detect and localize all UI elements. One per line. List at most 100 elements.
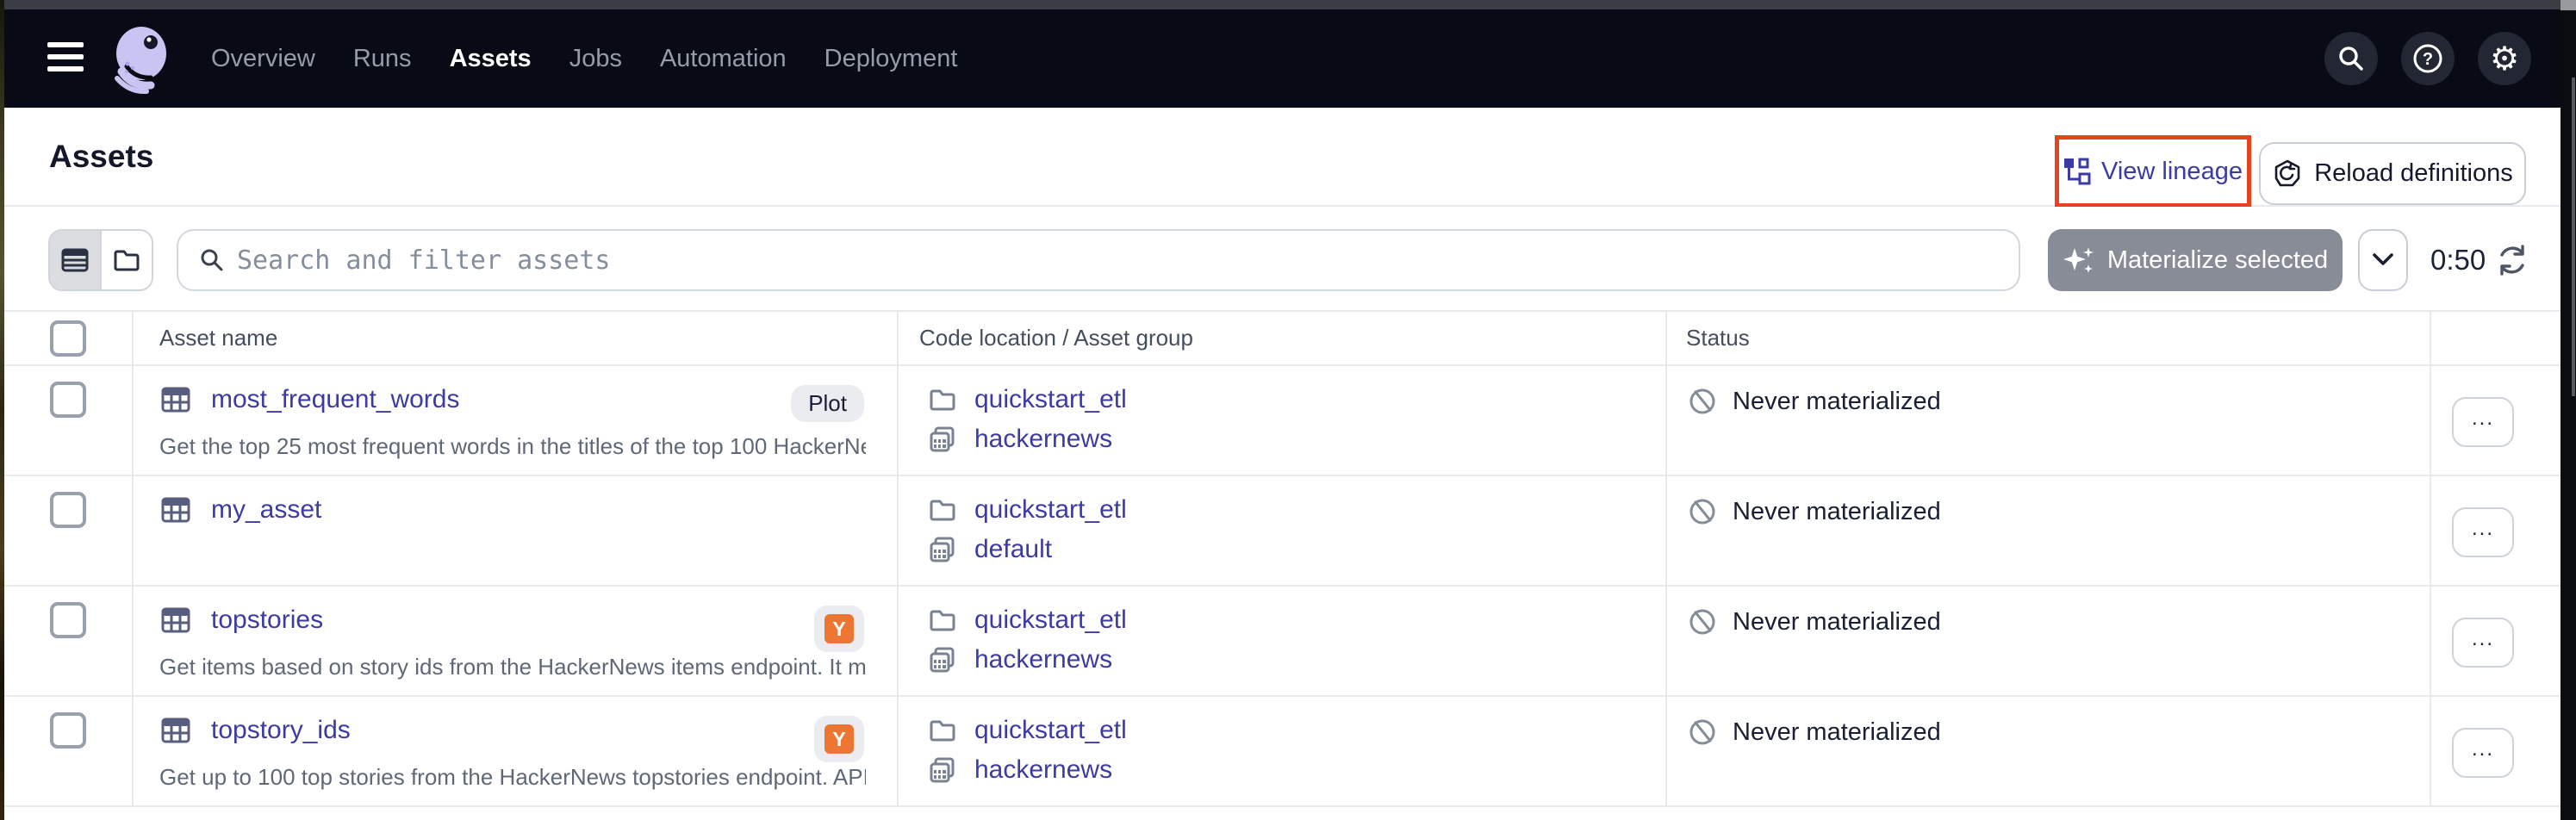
- column-header-status: Status: [1667, 312, 2431, 364]
- nav-item-overview[interactable]: Overview: [211, 45, 315, 73]
- row-checkbox[interactable]: [50, 712, 86, 749]
- table-view-button[interactable]: [50, 231, 100, 289]
- code-location-link[interactable]: quickstart_etl: [974, 716, 1127, 745]
- nav-item-jobs[interactable]: Jobs: [569, 45, 622, 73]
- folder-icon: [928, 495, 957, 525]
- row-actions-button[interactable]: ...: [2452, 618, 2514, 668]
- row-actions-button[interactable]: ...: [2452, 397, 2514, 447]
- folder-view-button[interactable]: [100, 231, 152, 289]
- folder-icon: [928, 606, 957, 635]
- asset-name-link[interactable]: most_frequent_words: [211, 385, 460, 414]
- column-header-asset-name: Asset name: [134, 312, 899, 364]
- svg-text:?: ?: [2423, 50, 2433, 69]
- row-actions-button[interactable]: ...: [2452, 728, 2514, 778]
- asset-name-link[interactable]: my_asset: [211, 495, 321, 525]
- refresh-icon[interactable]: [2494, 229, 2530, 291]
- asset-table-icon: [159, 494, 192, 526]
- search-input-icon: [199, 247, 225, 273]
- top-navbar: Overview Runs Assets Jobs Automation Dep…: [4, 9, 2560, 108]
- search-icon[interactable]: [2324, 32, 2378, 85]
- help-icon[interactable]: ?: [2401, 32, 2455, 85]
- dagster-logo: [106, 23, 178, 96]
- folder-icon: [928, 385, 957, 414]
- annotation-highlight-box: View lineage: [2055, 135, 2251, 208]
- nav-item-deployment[interactable]: Deployment: [824, 45, 958, 73]
- asset-name-link[interactable]: topstory_ids: [211, 716, 351, 745]
- asset-tag: Plot: [791, 385, 864, 422]
- ycombinator-icon: Y: [824, 724, 854, 754]
- materialize-selected-button[interactable]: Materialize selected: [2048, 229, 2343, 291]
- reload-icon: [2272, 158, 2303, 189]
- hackernews-tag: Y: [814, 716, 864, 762]
- status-text: Never materialized: [1733, 388, 1941, 416]
- asset-table-icon: [159, 714, 192, 747]
- view-toggle: [48, 229, 153, 291]
- materialize-options-button[interactable]: [2358, 229, 2408, 291]
- never-materialized-icon: [1686, 606, 1719, 638]
- table-row: my_asset quickstart_etl: [4, 476, 2560, 587]
- search-input[interactable]: [237, 245, 2019, 276]
- asset-table-icon: [159, 604, 192, 637]
- view-lineage-button[interactable]: View lineage: [2063, 158, 2243, 186]
- desktop-edge-sliver: [0, 0, 4, 820]
- asset-group-icon: [928, 425, 957, 454]
- page-title: Assets: [49, 139, 153, 175]
- code-location-link[interactable]: quickstart_etl: [974, 606, 1127, 635]
- asset-group-link[interactable]: hackernews: [974, 645, 1112, 674]
- menu-icon[interactable]: [47, 42, 85, 77]
- refresh-timer: 0:50: [2430, 229, 2486, 291]
- table-row: topstory_ids Get up to 100 top stories f…: [4, 697, 2560, 807]
- nav-item-automation[interactable]: Automation: [660, 45, 787, 73]
- nav-item-assets[interactable]: Assets: [450, 45, 532, 73]
- page-header: Assets View lineage: [4, 108, 2560, 207]
- column-header-location: Code location / Asset group: [899, 312, 1667, 364]
- scrollbar-cap: [2560, 0, 2576, 10]
- never-materialized-icon: [1686, 385, 1719, 418]
- chevron-down-icon: [2372, 252, 2394, 268]
- row-checkbox[interactable]: [50, 602, 86, 638]
- asset-group-link[interactable]: hackernews: [974, 425, 1112, 454]
- table-view-icon: [60, 245, 90, 275]
- dagster-assets-page: Overview Runs Assets Jobs Automation Dep…: [0, 0, 2576, 820]
- assets-table: Asset name Code location / Asset group S…: [4, 312, 2560, 807]
- asset-description: Get the top 25 most frequent words in th…: [159, 433, 866, 460]
- scrollbar-thumb[interactable]: [2572, 78, 2575, 396]
- row-actions-button[interactable]: ...: [2452, 507, 2514, 557]
- asset-group-link[interactable]: hackernews: [974, 755, 1112, 785]
- select-all-checkbox[interactable]: [50, 320, 86, 357]
- asset-name-link[interactable]: topstories: [211, 606, 323, 635]
- scrollbar-track[interactable]: [2560, 0, 2576, 820]
- asset-group-icon: [928, 645, 957, 674]
- asset-group-icon: [928, 535, 957, 564]
- asset-group-link[interactable]: default: [974, 535, 1052, 564]
- folder-icon: [928, 716, 957, 745]
- assets-toolbar: Materialize selected 0:50: [4, 207, 2560, 312]
- code-location-link[interactable]: quickstart_etl: [974, 385, 1127, 414]
- asset-description: Get items based on story ids from the Ha…: [159, 654, 866, 680]
- asset-group-icon: [928, 755, 957, 785]
- nav-actions: ? ⚙: [2324, 9, 2531, 108]
- gear-icon[interactable]: ⚙: [2478, 32, 2531, 85]
- browser-chrome-strip: [0, 0, 2576, 9]
- reload-definitions-button[interactable]: Reload definitions: [2259, 142, 2526, 205]
- lineage-icon: [2063, 158, 2091, 185]
- status-text: Never materialized: [1733, 498, 1941, 526]
- asset-description: Get up to 100 top stories from the Hacke…: [159, 764, 866, 791]
- row-checkbox[interactable]: [50, 492, 86, 528]
- row-checkbox[interactable]: [50, 382, 86, 418]
- asset-table-body: most_frequent_words Get the top 25 most …: [4, 366, 2560, 807]
- code-location-link[interactable]: quickstart_etl: [974, 495, 1127, 525]
- table-row: most_frequent_words Get the top 25 most …: [4, 366, 2560, 476]
- table-row: topstories Get items based on story ids …: [4, 587, 2560, 697]
- nav-links: Overview Runs Assets Jobs Automation Dep…: [211, 9, 957, 108]
- asset-table-icon: [159, 383, 192, 416]
- never-materialized-icon: [1686, 495, 1719, 528]
- hackernews-tag: Y: [814, 606, 864, 652]
- never-materialized-icon: [1686, 716, 1719, 749]
- status-text: Never materialized: [1733, 718, 1941, 747]
- folder-view-icon: [112, 245, 141, 275]
- nav-item-runs[interactable]: Runs: [353, 45, 412, 73]
- status-text: Never materialized: [1733, 608, 1941, 637]
- ycombinator-icon: Y: [824, 614, 854, 643]
- sparkle-icon: [2063, 244, 2095, 276]
